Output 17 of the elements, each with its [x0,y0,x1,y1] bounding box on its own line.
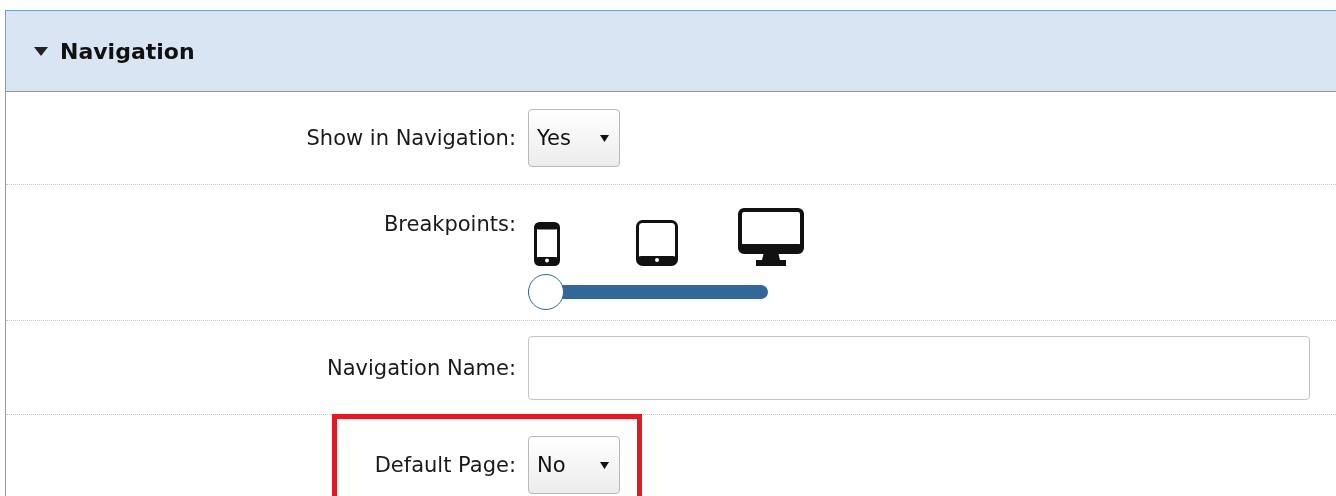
tablet-icon [636,219,678,266]
field-label: Default Page: [374,453,516,477]
field-label: Breakpoints: [383,212,516,236]
field-label: Navigation Name: [327,355,516,380]
panel-title: Navigation [60,38,195,64]
input-field[interactable] [528,335,1310,400]
slider-thumb[interactable] [528,273,564,310]
panel-header[interactable]: Navigation [6,11,1336,92]
breakpoint-slider[interactable] [528,273,768,310]
collapse-triangle-icon [34,46,48,56]
dropdown[interactable]: Yes [528,109,620,167]
dropdown[interactable]: No [528,436,620,494]
monitor-icon [738,207,804,266]
field-label: Show in Navigation: [306,126,516,150]
phone-icon [534,221,560,266]
caret-icon [600,461,609,469]
caret-icon [600,134,609,142]
